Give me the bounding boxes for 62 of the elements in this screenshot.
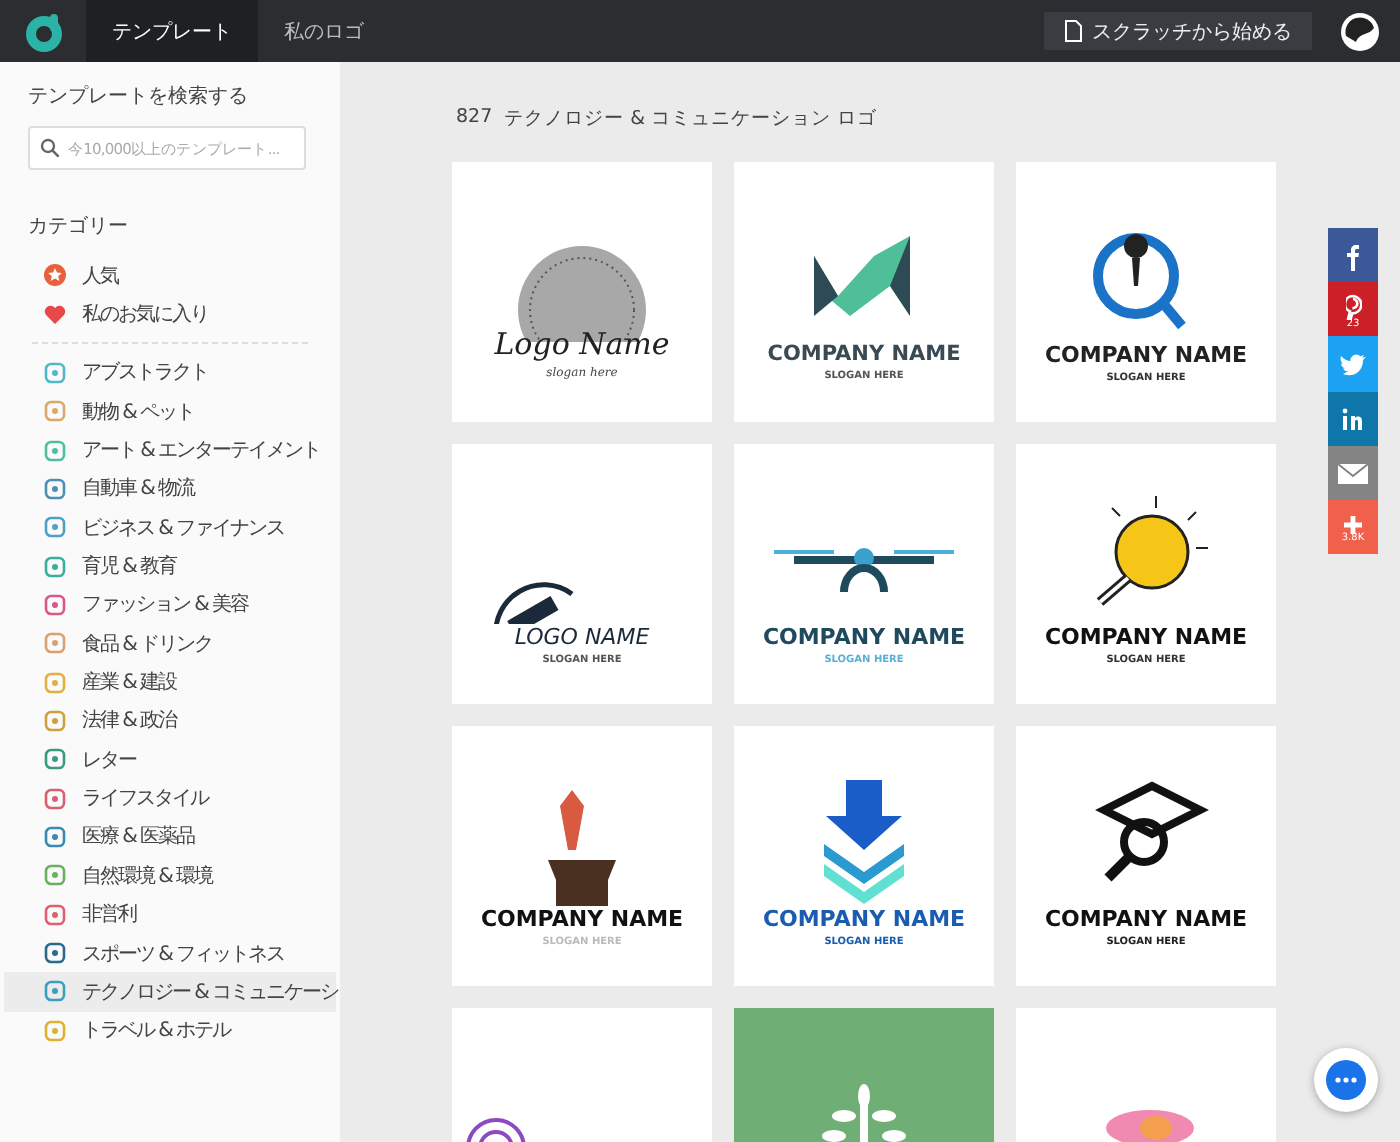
share-button[interactable] <box>1328 228 1378 283</box>
category-item[interactable]: 法律 & 政治 <box>4 701 336 741</box>
search-icon <box>40 138 60 158</box>
share-button[interactable] <box>1328 336 1378 392</box>
bird-icon <box>1339 354 1367 377</box>
logo-name-text: COMPANY NAME <box>762 624 966 650</box>
share-button[interactable] <box>1328 391 1378 446</box>
logo-drawing <box>1096 495 1209 606</box>
category-item[interactable]: レター <box>4 740 336 779</box>
document-icon <box>1064 20 1082 42</box>
category-item[interactable]: テクノロジー & コミュニケーシ <box>4 972 336 1012</box>
share-button[interactable] <box>1328 445 1378 500</box>
category-item[interactable]: トラベル & ホテル <box>4 1011 336 1050</box>
logo-name-text: Logo Name <box>494 326 670 362</box>
start-from-scratch-button[interactable]: スクラッチから始める <box>1044 12 1312 50</box>
logo-drawing <box>814 236 910 316</box>
logo-drawing <box>824 780 904 904</box>
logo-name-text: COMPANY NAME <box>762 906 966 932</box>
logo-drawing <box>466 1118 526 1142</box>
logo-drawing <box>493 582 574 624</box>
template-count: 827 <box>456 106 493 132</box>
category-item[interactable]: 自然環境 & 環境 <box>4 856 336 895</box>
category-item[interactable]: アブストラクト <box>4 353 336 393</box>
category-item[interactable]: 非営利 <box>4 895 336 934</box>
logo-drawing <box>1093 233 1186 330</box>
category-item[interactable]: ビジネス & ファイナンス <box>4 508 336 547</box>
logo-name-text: COMPANY NAME <box>767 342 961 366</box>
category-item[interactable]: 医療 & 医薬品 <box>4 817 336 857</box>
logo-name-text: COMPANY NAME <box>1044 342 1248 368</box>
brand-logo-icon[interactable] <box>21 9 65 53</box>
category-item[interactable]: 育児 & 教育 <box>4 546 336 586</box>
nav-tab[interactable]: テンプレート <box>86 0 258 62</box>
facebook-icon <box>1346 243 1360 272</box>
logo-drawing <box>822 1084 906 1142</box>
category-item[interactable]: ライフスタイル <box>4 778 336 818</box>
plus-icon <box>1344 515 1362 534</box>
category-heading: カテゴリー <box>28 214 130 240</box>
logo-name-text: COMPANY NAME <box>1044 624 1248 650</box>
category-item[interactable]: 動物 & ペット <box>4 392 336 431</box>
logo-drawing <box>1106 1110 1194 1142</box>
avatar-icon[interactable] <box>1340 11 1380 51</box>
chat-icon <box>1324 1058 1368 1102</box>
category-item[interactable]: アート & エンターテイメント <box>4 430 336 470</box>
nav-tab[interactable]: 私のロゴ <box>258 0 390 62</box>
category-item[interactable]: 食品 & ドリンク <box>4 624 336 663</box>
chat-button[interactable] <box>1314 1048 1378 1112</box>
category-item[interactable]: 人気 <box>4 256 336 295</box>
category-item[interactable]: 産業 & 建設 <box>4 662 336 702</box>
logo-name-text: COMPANY NAME <box>480 906 684 932</box>
search-title: テンプレートを検索する <box>28 83 250 110</box>
category-item[interactable]: 自動車 & 物流 <box>4 469 336 509</box>
category-item[interactable]: ファッション & 美容 <box>4 585 336 625</box>
page-heading: テクノロジー & コミュニケーション ロゴ <box>504 106 878 132</box>
category-item[interactable]: 私のお気に入り <box>4 294 336 334</box>
pinterest-icon <box>1345 293 1361 321</box>
category-item[interactable]: スポーツ & フィットネス <box>4 933 336 973</box>
linkedin-icon <box>1342 408 1364 432</box>
envelope-icon <box>1338 464 1368 485</box>
logo-name-text: LOGO NAME <box>514 624 650 650</box>
logo-name-text: COMPANY NAME <box>1044 906 1248 932</box>
logo-drawing <box>548 790 616 906</box>
logo-drawing <box>1095 781 1209 882</box>
